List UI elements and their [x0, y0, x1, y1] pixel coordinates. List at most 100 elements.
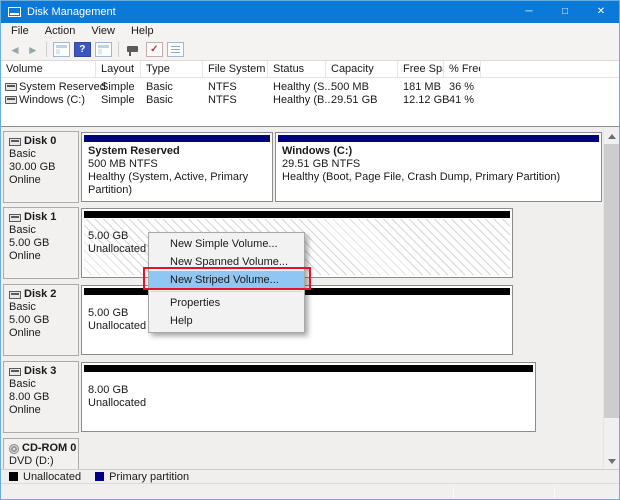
disk0-partition-windows-c[interactable]: Windows (C:) 29.51 GB NTFS Healthy (Boot… — [275, 132, 602, 202]
cell-volume: Windows (C:) — [19, 94, 85, 107]
primary-partition-bar — [84, 135, 270, 142]
popup-window-icon[interactable] — [125, 42, 142, 57]
disk2-label[interactable]: Disk 2 Basic 5.00 GB Online — [3, 284, 79, 356]
statusbar-separator — [453, 486, 454, 498]
scroll-down-icon[interactable] — [604, 454, 619, 469]
menu-item-help[interactable]: Help — [149, 312, 304, 330]
scrollbar-thumb[interactable] — [604, 144, 619, 418]
disk-size: 30.00 GB — [9, 161, 78, 174]
disk-type: Basic — [9, 301, 78, 314]
disk-status: Online — [9, 404, 78, 417]
disk-status: Online — [9, 250, 78, 263]
cdrom-icon — [9, 444, 19, 454]
legend-bar: Unallocated Primary partition — [1, 469, 620, 483]
partition-size: 8.00 GB — [88, 384, 533, 397]
menu-separator — [151, 291, 302, 292]
maximize-button[interactable]: □ — [547, 1, 583, 23]
disk-size: 5.00 GB — [9, 237, 78, 250]
cell-type: Basic — [146, 81, 173, 94]
refresh-check-icon[interactable]: ✓ — [146, 42, 163, 57]
cell-capacity: 29.51 GB — [331, 94, 377, 107]
console-tree-icon[interactable] — [53, 42, 70, 57]
partition-status: Healthy (Boot, Page File, Crash Dump, Pr… — [282, 171, 599, 184]
disk-name: Disk 2 — [24, 288, 56, 301]
disk3-label[interactable]: Disk 3 Basic 8.00 GB Online — [3, 361, 79, 433]
partition-size: 500 MB NTFS — [88, 158, 270, 171]
cell-freespace: 12.12 GB — [403, 94, 449, 107]
menu-file[interactable]: File — [3, 24, 37, 38]
properties-icon[interactable] — [167, 42, 184, 57]
col-freespace[interactable]: Free Spa... — [398, 61, 444, 78]
legend-primary-label: Primary partition — [109, 471, 189, 483]
cdrom0-label[interactable]: CD-ROM 0 DVD (D:) No Media — [3, 438, 79, 469]
menu-view[interactable]: View — [83, 24, 123, 38]
cdrom-name: CD-ROM 0 — [22, 442, 76, 455]
back-icon[interactable]: ◄ — [9, 44, 21, 56]
partition-title: System Reserved — [88, 145, 270, 158]
cell-status: Healthy (S... — [273, 81, 334, 94]
minimize-button[interactable]: ─ — [511, 1, 547, 23]
cell-type: Basic — [146, 94, 173, 107]
legend-unallocated-label: Unallocated — [23, 471, 81, 483]
partition-status: Unallocated — [88, 397, 533, 410]
disk-type: Basic — [9, 148, 78, 161]
col-type[interactable]: Type — [141, 61, 203, 78]
disk-status: Online — [9, 174, 78, 187]
menu-item-new-striped-volume[interactable]: New Striped Volume... — [149, 271, 304, 289]
disk0-partition-system-reserved[interactable]: System Reserved 500 MB NTFS Healthy (Sys… — [81, 132, 273, 202]
menu-action[interactable]: Action — [37, 24, 84, 38]
menu-item-new-spanned-volume[interactable]: New Spanned Volume... — [149, 253, 304, 271]
col-layout[interactable]: Layout — [96, 61, 141, 78]
cell-capacity: 500 MB — [331, 81, 369, 94]
disk-icon — [9, 368, 21, 376]
disk-icon — [9, 214, 21, 222]
close-button[interactable]: ✕ — [583, 1, 619, 23]
menu-item-properties[interactable]: Properties — [149, 294, 304, 312]
col-status[interactable]: Status — [268, 61, 326, 78]
status-bar — [1, 483, 620, 500]
menu-bar: File Action View Help — [1, 23, 619, 39]
window-controls: ─ □ ✕ — [511, 1, 619, 23]
col-pctfree[interactable]: % Free — [444, 61, 481, 78]
volume-row-system-reserved[interactable]: System Reserved Simple Basic NTFS Health… — [1, 81, 620, 94]
cell-volume: System Reserved — [19, 81, 106, 94]
window-title: Disk Management — [27, 6, 116, 18]
cell-layout: Simple — [101, 94, 135, 107]
help-icon[interactable]: ? — [74, 42, 91, 57]
col-volume[interactable]: Volume — [1, 61, 96, 78]
forward-icon[interactable]: ► — [27, 44, 39, 56]
disk-status: Online — [9, 327, 78, 340]
scroll-up-icon[interactable] — [604, 129, 619, 144]
unallocated-bar — [84, 211, 510, 218]
disk-name: Disk 3 — [24, 365, 56, 378]
col-filesystem[interactable]: File System — [203, 61, 268, 78]
disk-type: Basic — [9, 378, 78, 391]
col-capacity[interactable]: Capacity — [326, 61, 398, 78]
toolbar-separator — [118, 42, 119, 57]
cell-freespace: 181 MB — [403, 81, 441, 94]
toolbar: ◄ ► ? ✓ — [1, 39, 619, 61]
cdrom-drive: DVD (D:) — [9, 455, 78, 468]
disk-size: 5.00 GB — [9, 314, 78, 327]
vertical-scrollbar[interactable] — [603, 129, 618, 469]
menu-item-new-simple-volume[interactable]: New Simple Volume... — [149, 235, 304, 253]
cell-status: Healthy (B... — [273, 94, 334, 107]
menu-help[interactable]: Help — [123, 24, 162, 38]
primary-partition-swatch — [95, 472, 104, 481]
app-icon — [8, 7, 21, 17]
disk-graph-pane: Disk 0 Basic 30.00 GB Online System Rese… — [1, 127, 620, 469]
disk0-label[interactable]: Disk 0 Basic 30.00 GB Online — [3, 131, 79, 203]
disk-size: 8.00 GB — [9, 391, 78, 404]
toolbar-separator — [46, 42, 47, 57]
partition-status: Healthy (System, Active, Primary Partiti… — [88, 171, 270, 197]
cell-pctfree: 36 % — [449, 81, 474, 94]
disk-management-window: Disk Management ─ □ ✕ File Action View H… — [0, 0, 620, 500]
cell-layout: Simple — [101, 81, 135, 94]
action-pane-icon[interactable] — [95, 42, 112, 57]
disk3-unallocated-region[interactable]: 8.00 GB Unallocated — [81, 362, 536, 432]
disk1-label[interactable]: Disk 1 Basic 5.00 GB Online — [3, 207, 79, 279]
disk-icon — [9, 138, 21, 146]
context-menu: New Simple Volume... New Spanned Volume.… — [148, 232, 305, 333]
cell-filesystem: NTFS — [208, 81, 237, 94]
volume-row-windows-c[interactable]: Windows (C:) Simple Basic NTFS Healthy (… — [1, 94, 620, 107]
